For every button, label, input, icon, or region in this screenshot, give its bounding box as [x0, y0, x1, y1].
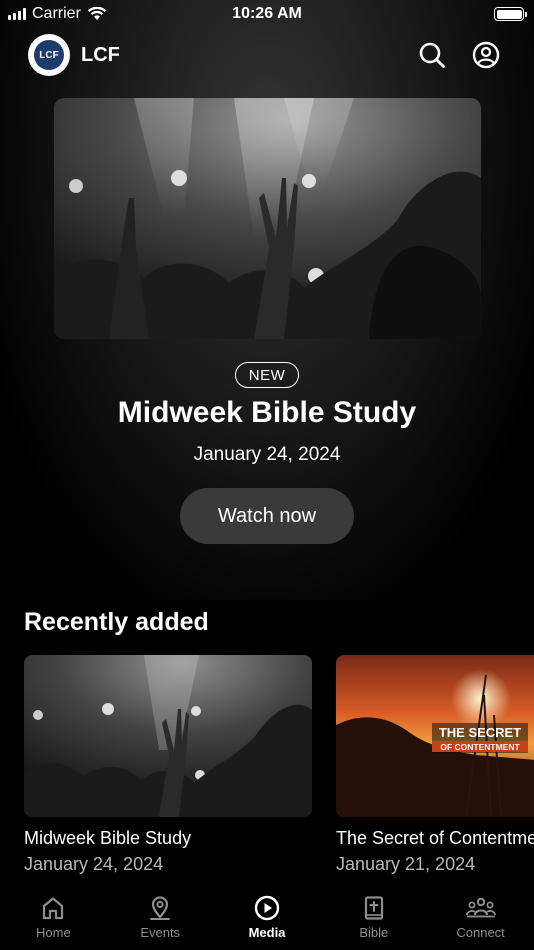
- concert-crowd-image: [54, 98, 481, 339]
- watch-now-button[interactable]: Watch now: [180, 488, 354, 544]
- battery-icon: [494, 7, 527, 21]
- church-logo: LCF: [28, 34, 70, 76]
- app-header: LCF LCF: [28, 34, 506, 76]
- hero-date: January 24, 2024: [193, 444, 341, 465]
- search-icon[interactable]: [418, 41, 446, 69]
- play-circle-icon: [254, 895, 280, 921]
- thumbnail-title: THE SECRET: [439, 725, 521, 740]
- media-card-date: January 24, 2024: [24, 854, 164, 874]
- media-card-thumbnail: THE SECRET OF CONTENTMENT: [336, 655, 534, 817]
- location-pin-icon: [150, 896, 171, 920]
- tab-home[interactable]: Home: [0, 884, 107, 950]
- media-card[interactable]: Midweek Bible Study January 24, 2024: [24, 655, 312, 875]
- account-icon[interactable]: [472, 41, 500, 69]
- carrier-label: Carrier: [32, 5, 81, 22]
- signal-icon: [8, 8, 26, 20]
- tab-label: Media: [248, 925, 286, 940]
- brand[interactable]: LCF LCF: [28, 34, 120, 76]
- tab-label: Bible: [359, 925, 389, 940]
- home-icon: [43, 897, 64, 920]
- brand-name: LCF: [81, 43, 120, 66]
- tab-label: Home: [36, 925, 71, 940]
- wifi-icon: [87, 7, 107, 20]
- concert-crowd-image: [24, 655, 312, 817]
- hero-thumbnail[interactable]: [54, 98, 481, 339]
- tab-connect[interactable]: Connect: [427, 884, 534, 950]
- media-card-date: January 21, 2024: [336, 854, 476, 874]
- tab-label: Connect: [456, 925, 505, 940]
- logo-text: LCF: [34, 40, 64, 70]
- sunset-field-image: THE SECRET OF CONTENTMENT: [336, 655, 534, 817]
- section-title-recently-added: Recently added: [24, 608, 209, 636]
- thumbnail-subtitle: OF CONTENTMENT: [440, 742, 520, 752]
- tab-events[interactable]: Events: [107, 884, 214, 950]
- media-card[interactable]: THE SECRET OF CONTENTMENT The Secret of …: [336, 655, 534, 875]
- media-card-title: The Secret of Contentment: [336, 828, 534, 848]
- people-icon: [465, 897, 496, 918]
- hero-title: Midweek Bible Study: [117, 396, 417, 429]
- media-card-thumbnail: [24, 655, 312, 817]
- new-badge: NEW: [235, 362, 299, 388]
- tab-media[interactable]: Media: [214, 884, 321, 950]
- bible-icon: [364, 896, 383, 920]
- status-left: Carrier: [8, 5, 107, 23]
- tab-bible[interactable]: Bible: [320, 884, 427, 950]
- tab-label: Events: [140, 925, 181, 940]
- status-bar: Carrier 10:26 AM: [0, 0, 534, 28]
- tab-bar: Home Events Media Bible Connect: [0, 884, 534, 950]
- media-card-title: Midweek Bible Study: [24, 828, 192, 848]
- header-actions: [418, 41, 506, 69]
